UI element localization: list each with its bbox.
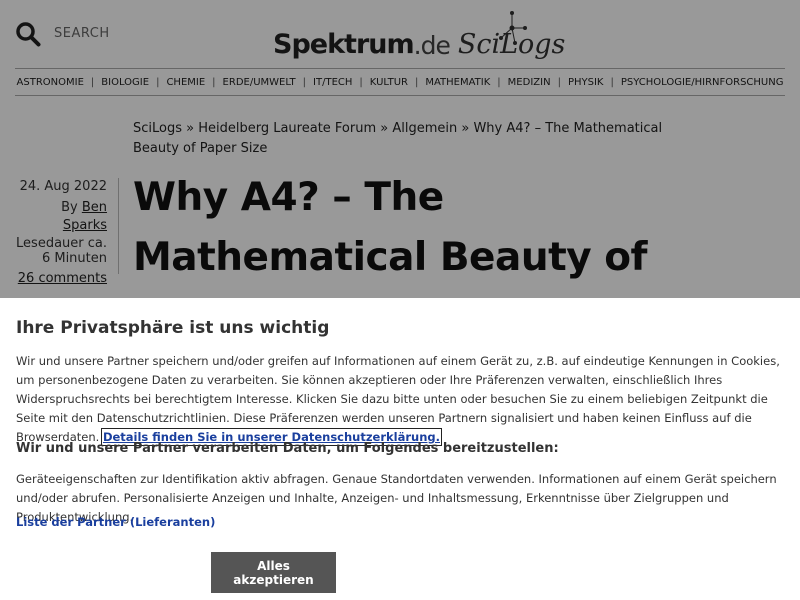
accept-all-button[interactable]: Alles akzeptieren [211,552,336,593]
consent-subtitle: Wir und unsere Partner verarbeiten Daten… [16,441,559,456]
cookie-consent-dialog: Ihre Privatsphäre ist uns wichtig Wir un… [0,298,800,600]
consent-body: Wir und unsere Partner speichern und/ode… [16,352,786,447]
consent-title: Ihre Privatsphäre ist uns wichtig [16,318,330,338]
partner-list-link[interactable]: Liste der Partner (Lieferanten) [16,515,215,529]
